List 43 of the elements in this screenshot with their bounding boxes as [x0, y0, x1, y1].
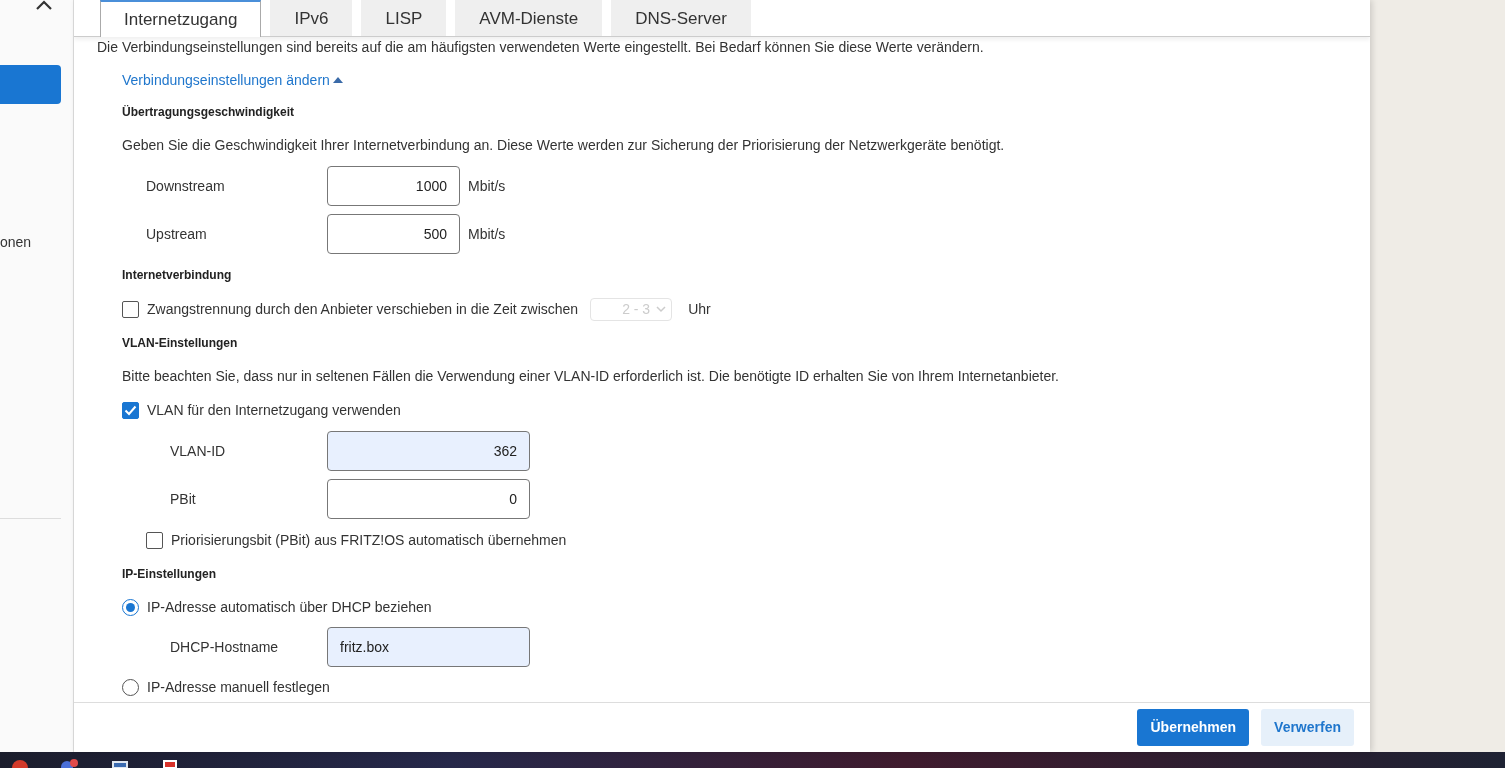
radio-button[interactable]: [122, 598, 139, 616]
tab[interactable]: IPv6: [270, 0, 353, 36]
checkbox-label: Priorisierungsbit (PBit) aus FRITZ!OS automatisch übernehmen: [171, 530, 567, 550]
checkbox-label: Zwangstrennung durch den Anbieter verschieben in die Zeit zwischen: [147, 299, 579, 319]
field-label: VLAN-ID: [170, 441, 227, 461]
input-field[interactable]: 1000: [327, 166, 460, 206]
tab[interactable]: LISP: [361, 0, 447, 36]
tab[interactable]: DNS-Server: [611, 0, 751, 36]
button[interactable]: Verwerfen: [1261, 709, 1354, 746]
field-label: PBit: [170, 489, 197, 509]
field-label: DHCP-Hostname: [170, 637, 280, 657]
section-heading: Internetverbindung: [122, 267, 233, 284]
taskbar-app-icon[interactable]: [160, 758, 180, 768]
checkbox[interactable]: [122, 401, 139, 419]
field-label: Downstream: [146, 176, 226, 196]
input-field[interactable]: fritz.box: [327, 627, 530, 667]
paragraph: Bitte beachten Sie, dass nur in seltenen Fällen die Verwendung einer VLAN-ID erforderlich ist. Die benötigte ID erhalten Sie von Ihrem Internetanbieter.: [122, 367, 1060, 386]
radio-label: IP-Adresse automatisch über DHCP beziehen: [147, 597, 432, 617]
checkbox[interactable]: [146, 531, 163, 549]
intro-text: Die Verbindungseinstellungen sind bereits auf die am häufigsten verwendeten Werte eingestellt. Bei Bedarf können Sie diese Werte verändern.: [97, 38, 985, 57]
unit-label: Uhr: [688, 299, 711, 319]
toggle-link[interactable]: Verbindungseinstellungen ändern: [122, 70, 343, 90]
button[interactable]: Übernehmen: [1137, 709, 1250, 746]
section-heading: Übertragungsgeschwindigkeit: [122, 104, 296, 121]
sidebar-item[interactable]: onen: [0, 232, 73, 252]
checkbox-label: VLAN für den Internetzugang verwenden: [147, 400, 401, 420]
radio-button[interactable]: [122, 678, 139, 696]
input-field[interactable]: 0: [327, 479, 530, 519]
chevron-up-icon[interactable]: [35, 0, 53, 11]
radio-label: IP-Adresse manuell festlegen: [147, 677, 330, 697]
input-field[interactable]: 500: [327, 214, 460, 254]
field-label: Upstream: [146, 224, 208, 244]
tab[interactable]: Internetzugang: [100, 0, 262, 37]
tab[interactable]: AVM-Dienste: [455, 0, 603, 36]
taskbar-app-icon[interactable]: [110, 758, 130, 768]
checkbox[interactable]: [122, 300, 139, 318]
unit-label: Mbit/s: [468, 224, 506, 244]
input-field[interactable]: 362: [327, 431, 530, 471]
paragraph: Geben Sie die Geschwindigkeit Ihrer Internetverbindung an. Diese Werte werden zur Sicherung der Priorisierung der Netzwerkgeräte benötigt.: [122, 136, 1006, 155]
chevron-down-icon: [656, 305, 667, 313]
section-heading: IP-Einstellungen: [122, 566, 217, 583]
unit-label: Mbit/s: [468, 176, 506, 196]
section-heading: VLAN-Einstellungen: [122, 335, 239, 352]
